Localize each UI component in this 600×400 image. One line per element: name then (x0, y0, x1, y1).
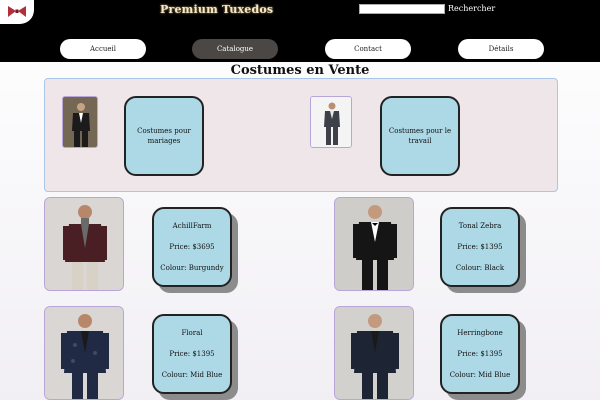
suit-model-icon (45, 307, 123, 399)
work-suit-thumbnail[interactable] (310, 96, 352, 148)
product-card-tonal-zebra[interactable]: Tonal Zebra Price: $1395 Colour: Black (440, 207, 520, 287)
page-title: Costumes en Vente (230, 63, 370, 78)
product-card-floral[interactable]: Floral Price: $1395 Colour: Mid Blue (152, 314, 232, 394)
suit-model-icon (335, 198, 413, 290)
categories-panel: Costumes pour mariages Costumes pour le … (44, 78, 558, 192)
product-price: Price: $1395 (169, 349, 215, 358)
site-title: Premium Tuxedos (160, 3, 274, 16)
search-input[interactable] (359, 4, 445, 14)
product-name: AchillFarm (172, 221, 212, 230)
nav-catalogue-button[interactable]: Catalogue (192, 39, 278, 59)
nav-contact-button[interactable]: Contact (325, 39, 411, 59)
logo[interactable] (0, 0, 34, 24)
product-colour: Colour: Mid Blue (161, 371, 223, 380)
product-image-tonal-zebra[interactable] (334, 197, 414, 291)
top-bar: Premium Tuxedos Rechercher (0, 0, 600, 36)
product-name: Floral (181, 328, 203, 337)
suit-model-icon (335, 307, 413, 399)
main-nav: Accueil Catalogue Contact Détails (0, 36, 600, 62)
product-card-achillfarm[interactable]: AchillFarm Price: $3695 Colour: Burgundy (152, 207, 232, 287)
product-price: Price: $1395 (457, 349, 503, 358)
product-name: Tonal Zebra (458, 221, 502, 230)
product-name: Herringbone (457, 328, 503, 337)
product-price: Price: $1395 (457, 242, 503, 251)
suit-model-icon (45, 198, 123, 290)
search-button[interactable]: Rechercher (448, 4, 495, 13)
wedding-suit-thumbnail[interactable] (62, 96, 98, 148)
product-image-floral[interactable] (44, 306, 124, 400)
product-colour: Colour: Mid Blue (449, 371, 511, 380)
product-image-achillfarm[interactable] (44, 197, 124, 291)
nav-accueil-button[interactable]: Accueil (60, 39, 146, 59)
suit-figure-icon (63, 97, 97, 147)
suit-figure-icon (311, 97, 351, 147)
product-price: Price: $3695 (169, 242, 215, 251)
product-card-herringbone[interactable]: Herringbone Price: $1395 Colour: Mid Blu… (440, 314, 520, 394)
product-colour: Colour: Black (455, 264, 505, 273)
category-work-button[interactable]: Costumes pour le travail (380, 96, 460, 176)
product-image-herringbone[interactable] (334, 306, 414, 400)
bowtie-logo-icon (8, 6, 26, 17)
category-wedding-button[interactable]: Costumes pour mariages (124, 96, 204, 176)
product-colour: Colour: Burgundy (160, 264, 224, 273)
nav-details-button[interactable]: Détails (458, 39, 544, 59)
